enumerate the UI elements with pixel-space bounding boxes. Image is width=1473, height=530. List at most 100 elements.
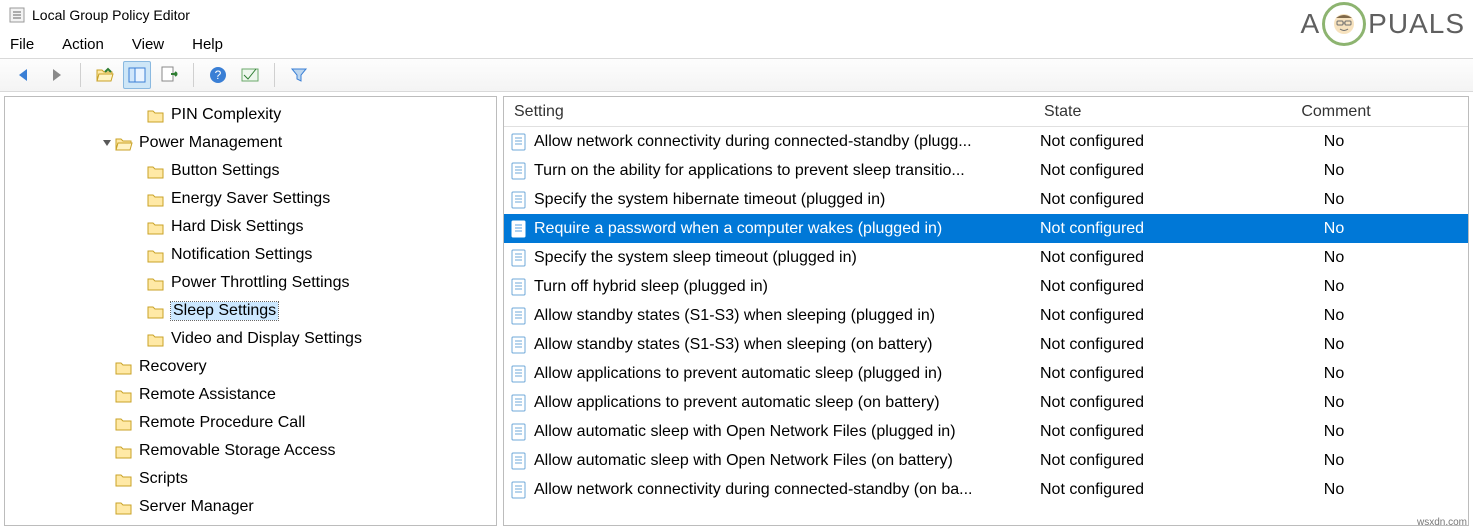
cell-state: Not configured xyxy=(1040,220,1240,238)
cell-state: Not configured xyxy=(1040,191,1240,209)
tree-node[interactable]: PIN Complexity xyxy=(5,101,496,129)
policy-icon xyxy=(510,162,528,180)
folder-icon xyxy=(115,443,133,459)
twisty-spacer xyxy=(131,163,147,179)
cell-setting: Allow standby states (S1-S3) when sleepi… xyxy=(510,307,1040,325)
policy-row[interactable]: Allow automatic sleep with Open Network … xyxy=(504,417,1468,446)
export-list-button[interactable] xyxy=(155,61,183,89)
policy-icon xyxy=(510,336,528,354)
menu-view[interactable]: View xyxy=(132,36,164,53)
footer-source: wsxdn.com xyxy=(1417,517,1467,528)
cell-setting: Turn off hybrid sleep (plugged in) xyxy=(510,278,1040,296)
policy-row[interactable]: Allow network connectivity during connec… xyxy=(504,475,1468,504)
twisty-spacer xyxy=(131,107,147,123)
cell-state: Not configured xyxy=(1040,452,1240,470)
menu-action[interactable]: Action xyxy=(62,36,104,53)
cell-state: Not configured xyxy=(1040,249,1240,267)
tree-node-label: Video and Display Settings xyxy=(171,330,362,348)
cell-setting: Allow network connectivity during connec… xyxy=(510,133,1040,151)
tree-node-label: Remote Procedure Call xyxy=(139,414,305,432)
cell-comment: No xyxy=(1240,452,1468,470)
cell-comment: No xyxy=(1240,249,1468,267)
filter-button[interactable] xyxy=(285,61,313,89)
tree-node[interactable]: Hard Disk Settings xyxy=(5,213,496,241)
cell-setting: Allow applications to prevent automatic … xyxy=(510,365,1040,383)
policy-row[interactable]: Turn off hybrid sleep (plugged in)Not co… xyxy=(504,272,1468,301)
tree: PIN Complexity Power Management Button Set… xyxy=(5,97,496,521)
policy-icon xyxy=(510,249,528,267)
column-header-comment[interactable]: Comment xyxy=(1244,103,1468,121)
menu-bar: File Action View Help xyxy=(0,30,1473,58)
tree-node-label: PIN Complexity xyxy=(171,106,281,124)
folder-icon xyxy=(115,387,133,403)
tree-node-label: Scripts xyxy=(139,470,188,488)
tree-node-label: Sleep Settings xyxy=(171,302,278,320)
tree-node[interactable]: Remote Assistance xyxy=(5,381,496,409)
folder-open-icon xyxy=(115,135,133,151)
cell-comment: No xyxy=(1240,365,1468,383)
menu-help[interactable]: Help xyxy=(192,36,223,53)
setting-text: Allow automatic sleep with Open Network … xyxy=(534,452,953,470)
cell-state: Not configured xyxy=(1040,394,1240,412)
tree-node[interactable]: Recovery xyxy=(5,353,496,381)
watermark-text-after: PUALS xyxy=(1368,8,1465,40)
app-window: Local Group Policy Editor File Action Vi… xyxy=(0,0,1473,530)
tree-node[interactable]: Removable Storage Access xyxy=(5,437,496,465)
twisty-spacer xyxy=(99,387,115,403)
tree-node[interactable]: Notification Settings xyxy=(5,241,496,269)
tree-node[interactable]: Video and Display Settings xyxy=(5,325,496,353)
policy-row[interactable]: Allow network connectivity during connec… xyxy=(504,127,1468,156)
cell-comment: No xyxy=(1240,307,1468,325)
policy-row[interactable]: Allow applications to prevent automatic … xyxy=(504,388,1468,417)
tree-node-label: Power Management xyxy=(139,134,282,152)
app-icon xyxy=(8,6,26,24)
back-button[interactable] xyxy=(10,61,38,89)
cell-state: Not configured xyxy=(1040,481,1240,499)
tree-node[interactable]: Energy Saver Settings xyxy=(5,185,496,213)
tree-node[interactable]: Remote Procedure Call xyxy=(5,409,496,437)
folder-icon xyxy=(147,163,165,179)
title-bar: Local Group Policy Editor xyxy=(0,0,1473,30)
cell-comment: No xyxy=(1240,133,1468,151)
policy-row[interactable]: Require a password when a computer wakes… xyxy=(504,214,1468,243)
menu-file[interactable]: File xyxy=(10,36,34,53)
cell-comment: No xyxy=(1240,336,1468,354)
tree-node-label: Remote Assistance xyxy=(139,386,276,404)
column-header-setting[interactable]: Setting xyxy=(514,103,1044,121)
tree-pane: PIN Complexity Power Management Button Set… xyxy=(4,96,497,526)
show-hide-tree-button[interactable] xyxy=(123,61,151,89)
policy-row[interactable]: Turn on the ability for applications to … xyxy=(504,156,1468,185)
cell-setting: Allow automatic sleep with Open Network … xyxy=(510,423,1040,441)
forward-button[interactable] xyxy=(42,61,70,89)
tree-node[interactable]: Scripts xyxy=(5,465,496,493)
policy-row[interactable]: Allow standby states (S1-S3) when sleepi… xyxy=(504,330,1468,359)
window-title: Local Group Policy Editor xyxy=(32,7,190,23)
cell-setting: Specify the system sleep timeout (plugge… xyxy=(510,249,1040,267)
policy-row[interactable]: Allow automatic sleep with Open Network … xyxy=(504,446,1468,475)
policy-row[interactable]: Allow applications to prevent automatic … xyxy=(504,359,1468,388)
tree-node[interactable]: Sleep Settings xyxy=(5,297,496,325)
setting-text: Allow standby states (S1-S3) when sleepi… xyxy=(534,307,935,325)
tree-node[interactable]: Power Management xyxy=(5,129,496,157)
policy-icon xyxy=(510,191,528,209)
tree-scroll[interactable]: PIN Complexity Power Management Button Set… xyxy=(5,97,496,525)
setting-text: Turn off hybrid sleep (plugged in) xyxy=(534,278,768,296)
twisty-spacer xyxy=(99,443,115,459)
policy-row[interactable]: Allow standby states (S1-S3) when sleepi… xyxy=(504,301,1468,330)
tree-node[interactable]: Server Manager xyxy=(5,493,496,521)
cell-setting: Require a password when a computer wakes… xyxy=(510,220,1040,238)
tree-node[interactable]: Button Settings xyxy=(5,157,496,185)
column-header-state[interactable]: State xyxy=(1044,103,1244,121)
folder-icon xyxy=(147,219,165,235)
options-button[interactable] xyxy=(236,61,264,89)
up-folder-button[interactable] xyxy=(91,61,119,89)
setting-text: Allow automatic sleep with Open Network … xyxy=(534,423,956,441)
policy-row[interactable]: Specify the system hibernate timeout (pl… xyxy=(504,185,1468,214)
policy-row[interactable]: Specify the system sleep timeout (plugge… xyxy=(504,243,1468,272)
toolbar: ? xyxy=(0,58,1473,92)
help-button[interactable]: ? xyxy=(204,61,232,89)
twisty-spacer xyxy=(131,191,147,207)
tree-node[interactable]: Power Throttling Settings xyxy=(5,269,496,297)
policy-icon xyxy=(510,481,528,499)
chevron-down-icon[interactable] xyxy=(99,135,115,151)
